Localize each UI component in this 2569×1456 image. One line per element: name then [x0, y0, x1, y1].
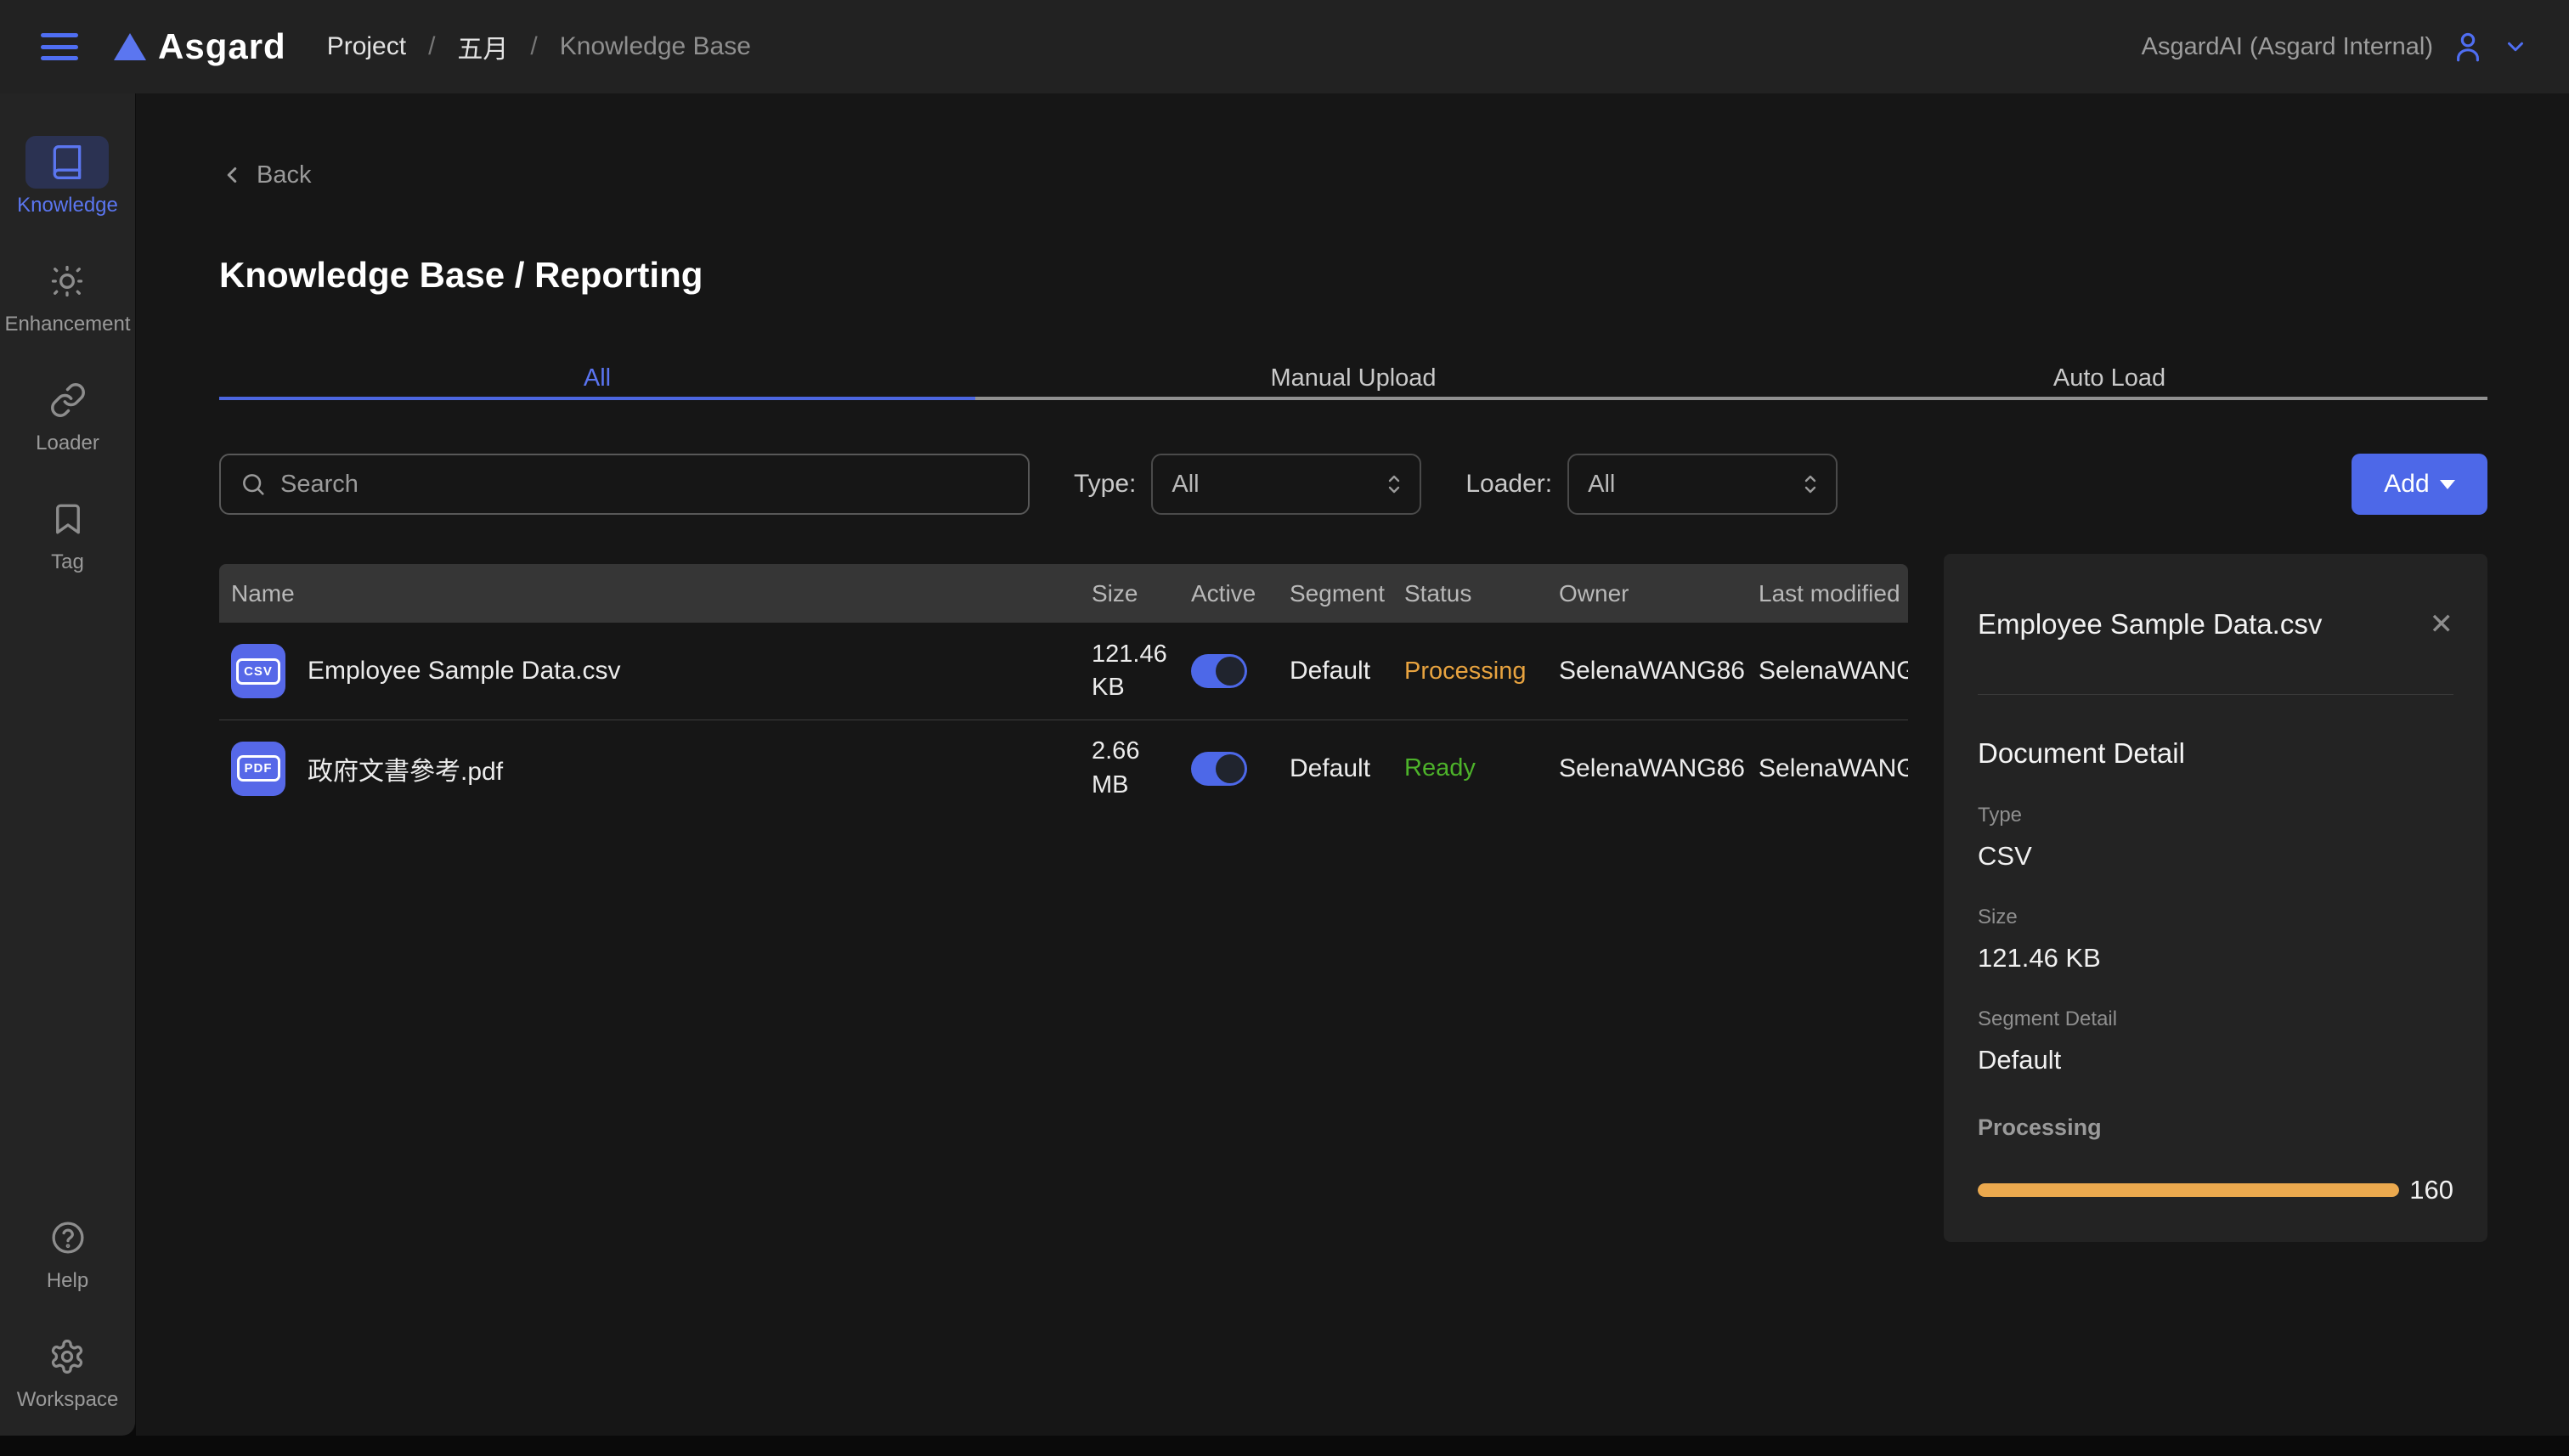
type-filter-label: Type:: [1074, 470, 1136, 499]
last-modified-by-value: SelenaWANG86: [1759, 754, 1908, 783]
owner-value: SelenaWANG86: [1559, 754, 1759, 783]
breadcrumb-separator: /: [530, 32, 537, 61]
tab-manual-upload[interactable]: Manual Upload: [975, 363, 1731, 400]
table-row[interactable]: CSV Employee Sample Data.csv 121.46 KB D…: [219, 623, 1908, 720]
help-circle-icon: [26, 1211, 110, 1264]
account-name: AsgardAI (Asgard Internal): [2142, 33, 2433, 61]
file-size: 121.46 KB: [1092, 638, 1191, 704]
table-header: Name Size Active Segment Status Owner La…: [219, 564, 1908, 623]
field-label-segment-detail: Segment Detail: [1978, 1007, 2453, 1031]
search-box[interactable]: [219, 454, 1030, 515]
progress-value: 160: [2409, 1175, 2453, 1205]
chevron-down-icon[interactable]: [2503, 34, 2528, 59]
segment-value: Default: [1290, 754, 1404, 783]
tab-auto-load[interactable]: Auto Load: [1731, 363, 2487, 400]
tab-bar: All Manual Upload Auto Load: [219, 363, 2487, 400]
book-icon: [25, 136, 109, 189]
status-badge: Ready: [1404, 754, 1559, 782]
progress-bar: [1978, 1183, 2399, 1197]
sidebar-item-tag[interactable]: Tag: [26, 493, 110, 574]
tab-underline: [219, 397, 975, 400]
field-value-segment-detail: Default: [1978, 1045, 2453, 1075]
chevron-left-icon: [219, 162, 245, 188]
field-value-type: CSV: [1978, 841, 2453, 872]
main-content: Back Knowledge Base / Reporting All Manu…: [136, 93, 2569, 1436]
select-arrows-icon: [1384, 471, 1404, 497]
tab-underline: [1731, 397, 2487, 400]
filter-bar: Type: All Loader: All Add: [219, 454, 2487, 515]
caret-down-icon: [2440, 480, 2455, 489]
file-name: 政府文書參考.pdf: [308, 750, 503, 787]
sidebar: Knowledge Enhancement Loader Tag Help: [0, 93, 136, 1436]
documents-table: Name Size Active Segment Status Owner La…: [219, 564, 1908, 816]
app-logo: Asgard: [114, 26, 286, 67]
file-size: 2.66 MB: [1092, 735, 1191, 801]
processing-label: Processing: [1978, 1115, 2453, 1141]
gear-icon: [25, 1330, 109, 1383]
page-title: Knowledge Base / Reporting: [219, 255, 2487, 296]
field-label-type: Type: [1978, 804, 2453, 827]
sidebar-item-workspace[interactable]: Workspace: [17, 1330, 119, 1412]
owner-value: SelenaWANG86: [1559, 657, 1759, 686]
sidebar-item-label: Help: [47, 1269, 88, 1293]
back-label: Back: [257, 161, 311, 189]
tab-underline: [975, 397, 1731, 400]
breadcrumb-knowledge-base: Knowledge Base: [560, 32, 751, 61]
status-badge: Processing: [1404, 657, 1559, 686]
breadcrumb-project[interactable]: Project: [327, 32, 406, 61]
active-toggle[interactable]: [1191, 752, 1247, 786]
panel-title: Employee Sample Data.csv: [1978, 608, 2430, 641]
link-icon: [26, 374, 110, 426]
breadcrumb-separator: /: [428, 32, 435, 61]
back-button[interactable]: Back: [219, 160, 311, 190]
logo-text: Asgard: [158, 26, 286, 67]
select-arrows-icon: [1800, 471, 1821, 497]
sidebar-item-help[interactable]: Help: [26, 1211, 110, 1293]
panel-section-title: Document Detail: [1978, 737, 2453, 770]
active-toggle[interactable]: [1191, 654, 1247, 688]
sidebar-item-label: Knowledge: [17, 194, 118, 217]
csv-file-icon: CSV: [231, 644, 285, 698]
sidebar-item-label: Tag: [51, 550, 84, 574]
field-label-size: Size: [1978, 906, 2453, 929]
document-detail-panel: Employee Sample Data.csv ✕ Document Deta…: [1944, 554, 2487, 1242]
segment-value: Default: [1290, 657, 1404, 686]
bookmark-icon: [26, 493, 110, 545]
top-bar: Asgard Project / 五月 / Knowledge Base Asg…: [0, 0, 2569, 93]
sidebar-item-knowledge[interactable]: Knowledge: [17, 136, 118, 217]
loader-filter-label: Loader:: [1465, 470, 1552, 499]
close-icon[interactable]: ✕: [2430, 610, 2454, 639]
field-value-size: 121.46 KB: [1978, 943, 2453, 973]
loader-select[interactable]: All: [1567, 454, 1838, 515]
tab-all[interactable]: All: [219, 363, 975, 400]
breadcrumb: Project / 五月 / Knowledge Base: [327, 28, 751, 65]
sidebar-item-enhancement[interactable]: Enhancement: [4, 255, 130, 336]
logo-triangle-icon: [114, 33, 146, 60]
breadcrumb-month[interactable]: 五月: [457, 28, 508, 65]
pdf-file-icon: PDF: [231, 742, 285, 796]
sidebar-item-label: Workspace: [17, 1388, 119, 1412]
table-row[interactable]: PDF 政府文書參考.pdf 2.66 MB Default Ready Sel…: [219, 720, 1908, 816]
account-menu[interactable]: AsgardAI (Asgard Internal): [2142, 29, 2528, 65]
search-icon: [240, 471, 267, 498]
sidebar-item-label: Loader: [36, 432, 99, 455]
last-modified-by-value: SelenaWANG86: [1759, 657, 1908, 686]
add-button[interactable]: Add: [2352, 454, 2487, 515]
file-name: Employee Sample Data.csv: [308, 657, 621, 686]
sun-icon: [25, 255, 109, 308]
type-select[interactable]: All: [1151, 454, 1421, 515]
progress-fill: [1978, 1183, 2399, 1197]
search-input[interactable]: [280, 471, 1009, 499]
sidebar-item-loader[interactable]: Loader: [26, 374, 110, 455]
user-icon[interactable]: [2450, 29, 2486, 65]
sidebar-item-label: Enhancement: [4, 313, 130, 336]
hamburger-menu-icon[interactable]: [41, 33, 78, 60]
